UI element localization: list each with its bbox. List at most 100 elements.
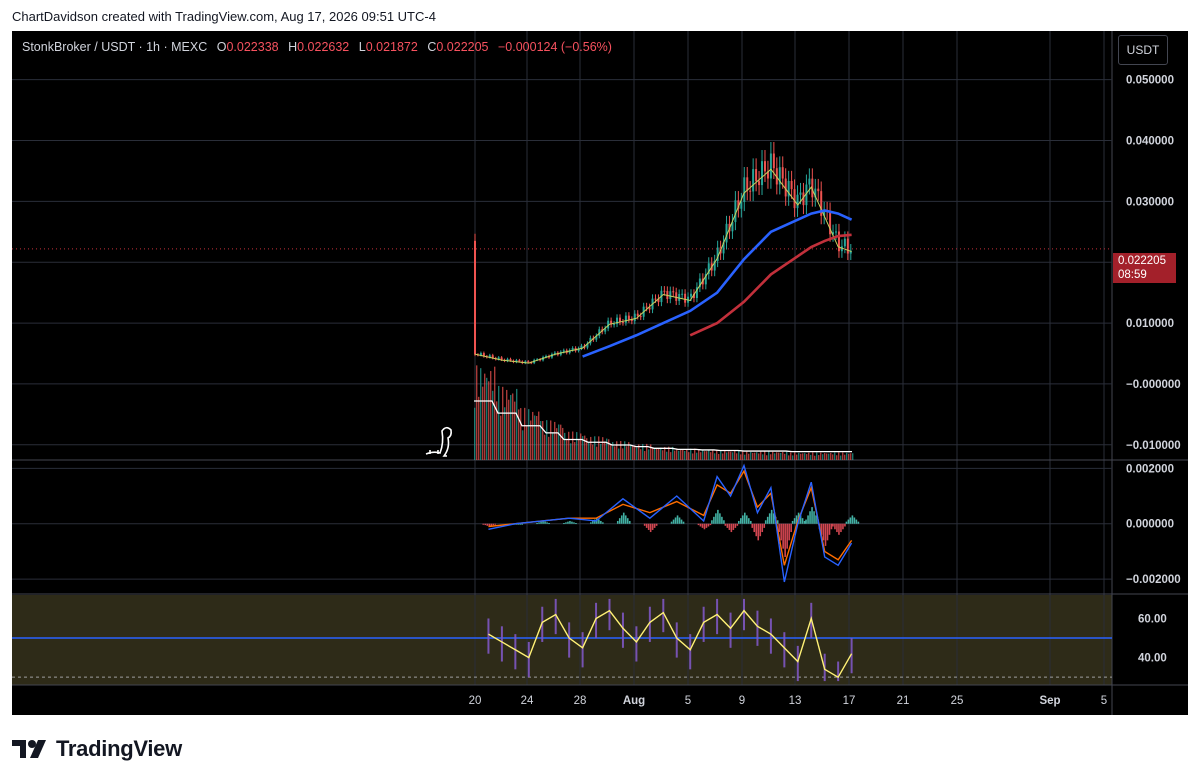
volume-bar (584, 435, 586, 460)
bar-countdown: 08:59 (1118, 269, 1147, 281)
volume-bar (696, 452, 698, 460)
macd-histogram-bar (674, 517, 677, 524)
macd-histogram-bar (544, 521, 546, 524)
candle-body (808, 178, 811, 185)
macd-histogram-bar (813, 511, 815, 524)
macd-histogram-bar (728, 523, 731, 530)
candle-body (518, 360, 521, 362)
macd-histogram-bar (855, 519, 858, 524)
volume-bar (596, 446, 598, 460)
volume-bar (578, 438, 580, 460)
volume-bar (514, 401, 516, 460)
rsi-axis-tick: 60.00 (1138, 613, 1167, 625)
macd-histogram-bar (486, 523, 489, 526)
macd-histogram-bar (590, 522, 592, 524)
low-label: L (358, 40, 366, 54)
volume-bar (738, 450, 740, 460)
volume-bar (814, 455, 816, 460)
volume-bar (824, 453, 826, 460)
volume-bar (690, 448, 692, 460)
volume-bar (836, 455, 838, 460)
candle-body (790, 180, 793, 190)
volume-bar (686, 449, 688, 460)
chart-canvas[interactable]: 0.0500000.0400000.0300000.0200000.010000… (12, 31, 1188, 715)
candle-body (761, 161, 764, 186)
volume-bar (716, 449, 718, 460)
volume-bar (748, 453, 750, 460)
volume-bar (508, 399, 510, 460)
time-axis-tick: 9 (739, 695, 745, 707)
macd-histogram-bar (563, 523, 565, 525)
candle-body (740, 201, 743, 209)
macd-histogram-bar (828, 523, 831, 535)
volume-bar (564, 432, 566, 460)
candle-body (479, 353, 482, 355)
volume-bar (674, 450, 676, 460)
macd-histogram-bar (834, 523, 836, 530)
macd-histogram-bar (845, 521, 848, 524)
macd-histogram-bar (784, 523, 786, 557)
candle-body (684, 293, 687, 303)
macd-histogram-bar (628, 520, 631, 524)
macd-histogram-bar (565, 522, 567, 524)
macd-histogram-bar (618, 518, 621, 524)
chart-frame[interactable]: 0.0500000.0400000.0300000.0200000.010000… (12, 31, 1188, 715)
volume-bar (844, 454, 846, 460)
currency-button[interactable]: USDT (1118, 35, 1168, 65)
volume-bar (660, 447, 662, 460)
volume-bar (772, 451, 774, 460)
volume-bar (546, 420, 548, 460)
volume-bar (826, 453, 828, 460)
volume-bar (770, 454, 772, 460)
time-axis-tick: 24 (521, 695, 534, 707)
macd-histogram-bar (730, 523, 733, 533)
macd-histogram-bar (647, 523, 650, 530)
macd-histogram-bar (713, 516, 715, 524)
volume-bar (504, 407, 506, 460)
macd-histogram-bar (815, 515, 817, 524)
candle-body (743, 177, 746, 202)
volume-bar (488, 381, 490, 460)
macd-histogram-bar (573, 522, 575, 524)
volume-bar (630, 444, 632, 460)
volume-bar (774, 453, 776, 460)
volume-bar (678, 450, 680, 460)
volume-bar (538, 411, 540, 460)
macd-histogram-bar (676, 515, 679, 524)
volume-bar (632, 445, 634, 460)
volume-bar (580, 433, 582, 460)
volume-bar (766, 455, 768, 460)
macd-histogram-bar (738, 520, 740, 524)
macd-histogram-bar (791, 520, 794, 524)
volume-bar (806, 454, 808, 460)
candle-body (624, 315, 627, 323)
macd-histogram-bar (482, 523, 485, 525)
volume-bar (728, 451, 730, 460)
candle-body (817, 188, 820, 192)
open-value: 0.022338 (226, 40, 279, 54)
candle-body (772, 153, 775, 169)
volume-bar (800, 453, 802, 460)
macd-histogram-bar (770, 509, 773, 524)
volume-bar (812, 452, 814, 460)
volume-bar (746, 451, 748, 460)
volume-bar (516, 388, 518, 460)
macd-histogram-bar (653, 523, 656, 528)
macd-histogram-bar (811, 507, 813, 524)
volume-bar (744, 454, 746, 460)
price-axis-tick: 0.050000 (1126, 75, 1174, 87)
volume-bar (760, 451, 762, 460)
change-value: −0.000124 (−0.56%) (497, 40, 612, 54)
volume-bar (768, 451, 770, 460)
macd-histogram-bar (538, 522, 540, 524)
macd-histogram-bar (645, 523, 648, 528)
macd-histogram-bar (857, 521, 860, 524)
macd-histogram-bar (768, 513, 771, 524)
macd-histogram-bar (602, 522, 604, 524)
macd-axis-tick: −0.002000 (1126, 574, 1181, 586)
macd-histogram-bar (805, 519, 807, 524)
candle-body (690, 293, 693, 297)
macd-histogram-bar (655, 523, 658, 526)
macd-histogram-bar (484, 523, 487, 526)
volume-bar (712, 449, 714, 460)
